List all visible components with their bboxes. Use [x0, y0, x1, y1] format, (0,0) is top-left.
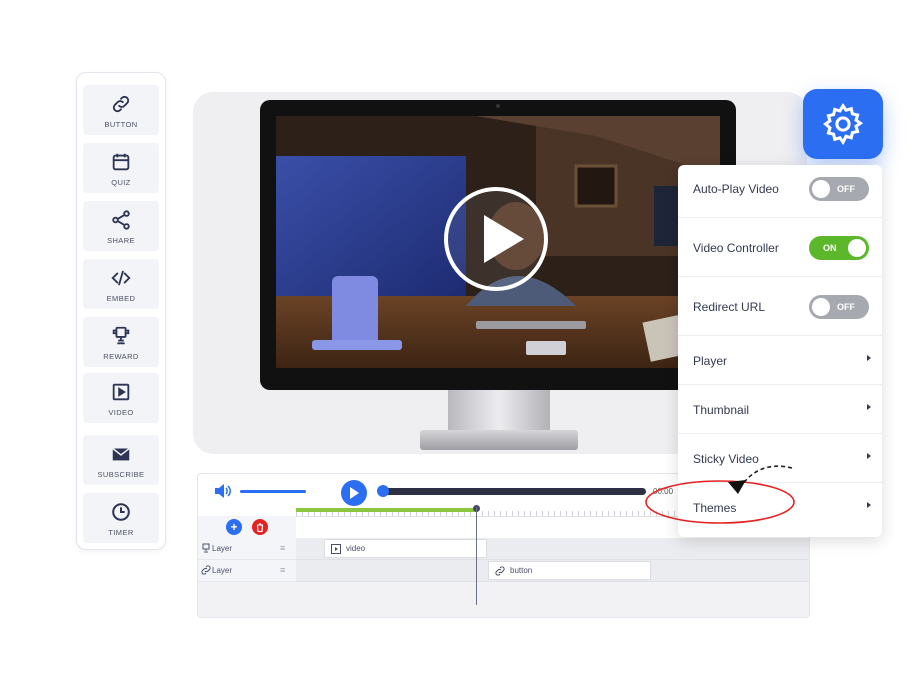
layer-label: Layer: [212, 544, 233, 553]
redirect-url-toggle[interactable]: OFF: [809, 295, 869, 319]
timeline-footer: [198, 582, 809, 617]
setting-redirect-url: Redirect URL OFF: [678, 277, 882, 336]
arrow-head-icon: [728, 480, 746, 494]
toggle-knob: [812, 298, 830, 316]
trash-icon: [256, 522, 264, 532]
link-icon: [495, 565, 505, 576]
chevron-right-icon: [867, 404, 871, 410]
setting-label: Thumbnail: [693, 403, 750, 417]
clip-label: button: [510, 566, 533, 575]
tool-embed[interactable]: EMBED: [83, 259, 159, 309]
tool-quiz[interactable]: QUIZ: [83, 143, 159, 193]
timeline-clip-button[interactable]: button: [488, 561, 651, 580]
tool-subscribe[interactable]: SUBSCRIBE: [83, 435, 159, 485]
toggle-state: ON: [823, 243, 837, 253]
code-icon: [111, 270, 131, 286]
tool-label: EMBED: [106, 294, 136, 303]
setting-player[interactable]: Player: [678, 336, 882, 385]
tool-label: BUTTON: [104, 120, 138, 129]
tool-video[interactable]: VIDEO: [83, 373, 159, 423]
timeline-clip-video[interactable]: video: [324, 539, 487, 558]
play-icon: [484, 215, 524, 263]
tool-label: SHARE: [107, 236, 135, 245]
play-icon: [350, 487, 359, 499]
tool-button[interactable]: BUTTON: [83, 85, 159, 135]
calendar-icon: [112, 153, 130, 171]
tool-label: SUBSCRIBE: [97, 470, 145, 479]
setting-label: Redirect URL: [693, 300, 766, 314]
link-icon: [112, 95, 130, 113]
tool-label: REWARD: [103, 352, 139, 361]
trophy-icon: [112, 326, 130, 345]
tool-reward[interactable]: REWARD: [83, 317, 159, 367]
volume-icon[interactable]: [214, 483, 232, 499]
toggle-state: OFF: [837, 302, 855, 312]
drag-handle-icon[interactable]: ≡: [280, 565, 285, 575]
setting-label: Player: [693, 354, 728, 368]
clip-label: video: [346, 544, 366, 553]
layer-label: Layer: [212, 566, 233, 575]
layer-row: Layer ≡ button: [198, 560, 809, 582]
share-icon: [112, 210, 130, 230]
tool-timer[interactable]: TIMER: [83, 493, 159, 543]
camera-dot: [496, 104, 500, 108]
layer-header[interactable]: Layer ≡: [198, 538, 296, 560]
setting-label: Auto-Play Video: [693, 182, 779, 196]
link-icon: [201, 565, 211, 575]
toggle-state: OFF: [837, 184, 855, 194]
setting-thumbnail[interactable]: Thumbnail: [678, 385, 882, 434]
tool-label: TIMER: [108, 528, 134, 537]
reward-layer-icon: [202, 543, 210, 553]
autoplay-toggle[interactable]: OFF: [809, 177, 869, 201]
monitor-base: [420, 430, 578, 450]
toggle-knob: [812, 180, 830, 198]
video-icon: [112, 383, 130, 401]
layer-toolbar: +: [198, 516, 296, 538]
clock-icon: [112, 503, 130, 521]
tool-label: QUIZ: [111, 178, 131, 187]
layer-track[interactable]: video: [296, 538, 809, 560]
mail-icon: [112, 447, 130, 461]
seek-handle[interactable]: [377, 485, 389, 497]
setting-video-controller: Video Controller ON: [678, 218, 882, 277]
tool-share[interactable]: SHARE: [83, 201, 159, 251]
playhead[interactable]: [476, 507, 477, 605]
layer-track[interactable]: button: [296, 560, 809, 582]
video-controller-toggle[interactable]: ON: [809, 236, 869, 260]
gear-icon: [823, 102, 864, 146]
add-layer-button[interactable]: +: [226, 519, 242, 535]
drag-handle-icon[interactable]: ≡: [280, 543, 285, 553]
widget-toolbox: BUTTON QUIZ SHARE EMBED REWARD VIDEO SUB…: [76, 72, 166, 550]
video-play-overlay-button[interactable]: [444, 187, 548, 291]
annotation-highlight: [645, 465, 795, 524]
volume-slider[interactable]: [240, 490, 306, 493]
timeline-range: [296, 508, 476, 512]
monitor-stand: [448, 390, 550, 432]
video-icon: [331, 543, 341, 554]
tool-label: VIDEO: [108, 408, 134, 417]
toggle-knob: [848, 239, 866, 257]
seek-bar[interactable]: [384, 488, 646, 495]
setting-autoplay: Auto-Play Video OFF: [678, 165, 882, 218]
settings-button[interactable]: [803, 89, 883, 159]
chevron-right-icon: [867, 502, 871, 508]
layer-header[interactable]: Layer ≡: [198, 560, 296, 582]
delete-layer-button[interactable]: [252, 519, 268, 535]
chevron-right-icon: [867, 453, 871, 459]
layer-row: Layer ≡ video: [198, 538, 809, 560]
chevron-right-icon: [867, 355, 871, 361]
play-button[interactable]: [341, 480, 367, 506]
setting-label: Video Controller: [693, 241, 779, 255]
